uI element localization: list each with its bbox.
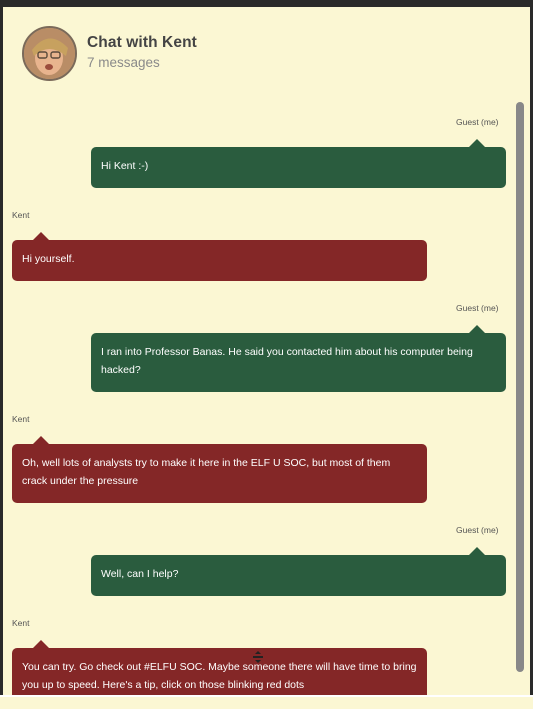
- sender-label: Guest (me): [456, 303, 499, 313]
- message-bubble: I ran into Professor Banas. He said you …: [91, 325, 506, 392]
- sender-label: Guest (me): [456, 525, 499, 535]
- resize-cursor-icon: [253, 651, 263, 663]
- message-text: Hi yourself.: [22, 253, 75, 265]
- chat-panel: Chat with Kent 7 messages Guest (me) Hi …: [3, 7, 530, 695]
- scrollbar[interactable]: [516, 102, 524, 672]
- message-text: I ran into Professor Banas. He said you …: [101, 346, 473, 376]
- app-frame: Chat with Kent 7 messages Guest (me) Hi …: [0, 0, 533, 709]
- message-bubble: Oh, well lots of analysts try to make it…: [12, 436, 427, 503]
- sender-label: Kent: [12, 414, 30, 424]
- message-bubble: Hi Kent :-): [91, 139, 506, 188]
- sender-label: Kent: [12, 618, 30, 628]
- avatar: [22, 26, 77, 81]
- chat-title: Chat with Kent: [87, 34, 197, 51]
- message-count: 7 messages: [87, 55, 160, 70]
- message-text: Hi Kent :-): [101, 160, 149, 172]
- chat-header: Chat with Kent 7 messages: [3, 7, 530, 97]
- avatar-kent-icon: [24, 28, 75, 79]
- sender-label: Guest (me): [456, 117, 499, 127]
- sender-label: Kent: [12, 210, 30, 220]
- message-bubble: Hi yourself.: [12, 232, 427, 281]
- message-bubble: You can try. Go check out #ELFU SOC. May…: [12, 640, 427, 695]
- message-text: Oh, well lots of analysts try to make it…: [22, 457, 391, 487]
- message-bubble: Well, can I help?: [91, 547, 506, 596]
- message-text: You can try. Go check out #ELFU SOC. May…: [22, 661, 417, 691]
- message-text: Well, can I help?: [101, 568, 179, 580]
